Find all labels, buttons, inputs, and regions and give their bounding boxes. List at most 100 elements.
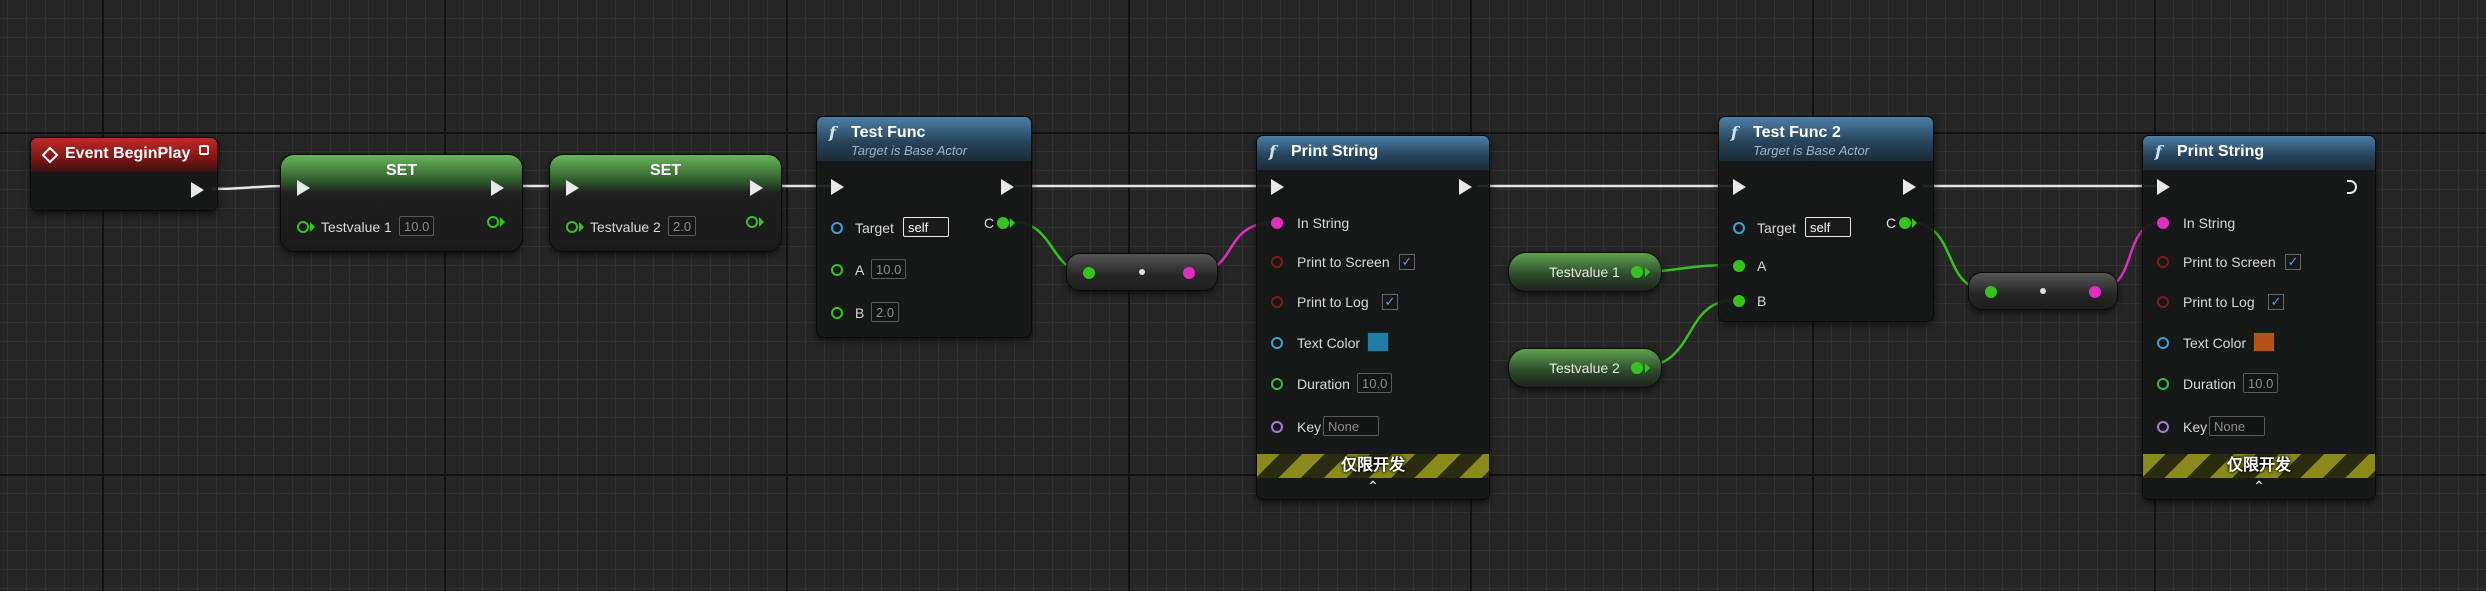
test-func-2-node[interactable]: f Test Func 2 Target is Base Actor Targe… [1718, 116, 1934, 322]
testvalue-2-field[interactable]: 2.0 [668, 216, 697, 236]
testvalue-1-output-pin[interactable] [1631, 266, 1643, 278]
print-to-screen-checkbox[interactable]: ✓ [1399, 254, 1415, 270]
duration-pin[interactable] [1271, 378, 1283, 390]
get-testvalue-1-node[interactable]: Testvalue 1 [1508, 252, 1662, 292]
c-output-pin[interactable] [997, 217, 1009, 229]
key-pin[interactable] [1271, 421, 1283, 433]
print-to-log-checkbox[interactable]: ✓ [1382, 294, 1398, 310]
print-to-log-pin[interactable] [2157, 296, 2169, 308]
key-label: Key [1297, 419, 1322, 435]
testvalue-1-output-pin[interactable] [487, 216, 499, 228]
exec-input-pin[interactable] [1271, 179, 1284, 195]
pin-arrow-icon [310, 222, 315, 232]
text-color-pin[interactable] [2157, 337, 2169, 349]
set-title: SET [649, 162, 682, 179]
b-input-pin[interactable] [1733, 295, 1745, 307]
exec-output-pin[interactable] [491, 180, 504, 196]
conversion-input-pin[interactable] [1083, 267, 1095, 279]
print-to-screen-label: Print to Screen [2183, 254, 2276, 270]
conversion-node[interactable] [1066, 253, 1218, 291]
exec-input-pin[interactable] [1733, 179, 1746, 195]
event-beginplay-node[interactable]: Event BeginPlay [30, 137, 218, 211]
test-func-node[interactable]: f Test Func Target is Base Actor Target … [816, 116, 1032, 338]
in-string-pin[interactable] [1271, 217, 1283, 229]
duration-pin[interactable] [2157, 378, 2169, 390]
target-input-pin[interactable] [831, 222, 843, 234]
text-color-pin[interactable] [1271, 337, 1283, 349]
collapse-arrow-icon[interactable]: ⌃ [2143, 478, 2375, 495]
collapse-arrow-icon[interactable]: ⌃ [1257, 478, 1489, 495]
conversion-output-pin[interactable] [1183, 267, 1195, 279]
test-func-2-header[interactable]: f Test Func 2 Target is Base Actor [1719, 117, 1933, 161]
in-string-label: In String [1297, 215, 1350, 231]
testvalue-2-output-pin[interactable] [1631, 362, 1643, 374]
exec-output-pin[interactable] [191, 182, 204, 198]
text-color-swatch[interactable] [1367, 332, 1389, 352]
key-field[interactable]: None [1323, 416, 1379, 436]
exec-output-pin[interactable] [1903, 179, 1916, 195]
target-label: Target [855, 220, 894, 236]
testvalue-2-output-pin[interactable] [746, 216, 758, 228]
pin-arrow-icon [1645, 363, 1650, 373]
print-string-2-node[interactable]: f Print String In String Print to Screen… [2142, 135, 2376, 500]
test-func-header[interactable]: f Test Func Target is Base Actor [817, 117, 1031, 161]
testvalue-2-label: Testvalue 2 [590, 219, 661, 235]
stop-icon [199, 145, 209, 155]
a-input-pin[interactable] [831, 264, 843, 276]
testvalue-2-input-pin[interactable] [566, 221, 578, 233]
print-to-screen-pin[interactable] [2157, 256, 2169, 268]
exec-input-pin[interactable] [566, 180, 579, 196]
set-title: SET [385, 162, 418, 179]
testvalue-1-label: Testvalue 1 [321, 219, 392, 235]
event-beginplay-header[interactable]: Event BeginPlay [31, 138, 217, 172]
exec-output-pin[interactable] [2347, 180, 2357, 194]
event-icon [41, 146, 59, 164]
duration-field[interactable]: 10.0 [2243, 373, 2279, 393]
b-input-pin[interactable] [831, 307, 843, 319]
exec-input-pin[interactable] [831, 179, 844, 195]
text-color-swatch[interactable] [2253, 332, 2275, 352]
testvalue-1-input-pin[interactable] [297, 221, 309, 233]
print-string-header[interactable]: f Print String [2143, 136, 2375, 170]
set-node-testvalue-2[interactable]: SET Testvalue 2 2.0 [549, 154, 782, 252]
development-only-banner: 仅限开发 [1257, 454, 1489, 478]
c-label: C [984, 215, 995, 231]
duration-field[interactable]: 10.0 [1357, 373, 1393, 393]
exec-input-pin[interactable] [2157, 179, 2170, 195]
print-string-node[interactable]: f Print String In String Print to Screen… [1256, 135, 1490, 500]
c-output-pin[interactable] [1899, 217, 1911, 229]
a-input-pin[interactable] [1733, 260, 1745, 272]
conversion-output-pin[interactable] [2089, 286, 2101, 298]
conversion-dot-icon [2040, 288, 2046, 294]
key-pin[interactable] [2157, 421, 2169, 433]
a-field[interactable]: 10.0 [871, 259, 907, 279]
function-icon: f [829, 123, 836, 142]
target-field[interactable]: self [1805, 217, 1851, 237]
get-testvalue-1-label: Testvalue 1 [1549, 264, 1620, 280]
conversion-input-pin[interactable] [1985, 286, 1997, 298]
a-label: A [855, 262, 865, 278]
print-to-screen-checkbox[interactable]: ✓ [2285, 254, 2301, 270]
exec-output-pin[interactable] [1459, 179, 1472, 195]
conversion-dot-icon [1139, 269, 1145, 275]
duration-label: Duration [2183, 376, 2236, 392]
test-func-subtitle: Target is Base Actor [851, 143, 968, 158]
b-field[interactable]: 2.0 [871, 302, 900, 322]
exec-output-pin[interactable] [750, 180, 763, 196]
exec-input-pin[interactable] [297, 180, 310, 196]
target-input-pin[interactable] [1733, 222, 1745, 234]
print-to-log-checkbox[interactable]: ✓ [2268, 294, 2284, 310]
print-to-screen-pin[interactable] [1271, 256, 1283, 268]
in-string-pin[interactable] [2157, 217, 2169, 229]
key-field[interactable]: None [2209, 416, 2265, 436]
c-label: C [1886, 215, 1897, 231]
get-testvalue-2-node[interactable]: Testvalue 2 [1508, 348, 1662, 388]
conversion-node[interactable] [1968, 272, 2118, 310]
b-label: B [1757, 293, 1767, 309]
target-field[interactable]: self [903, 217, 949, 237]
testvalue-1-field[interactable]: 10.0 [399, 216, 435, 236]
print-to-log-pin[interactable] [1271, 296, 1283, 308]
print-string-header[interactable]: f Print String [1257, 136, 1489, 170]
set-node-testvalue-1[interactable]: SET Testvalue 1 10.0 [280, 154, 523, 252]
exec-output-pin[interactable] [1001, 179, 1014, 195]
